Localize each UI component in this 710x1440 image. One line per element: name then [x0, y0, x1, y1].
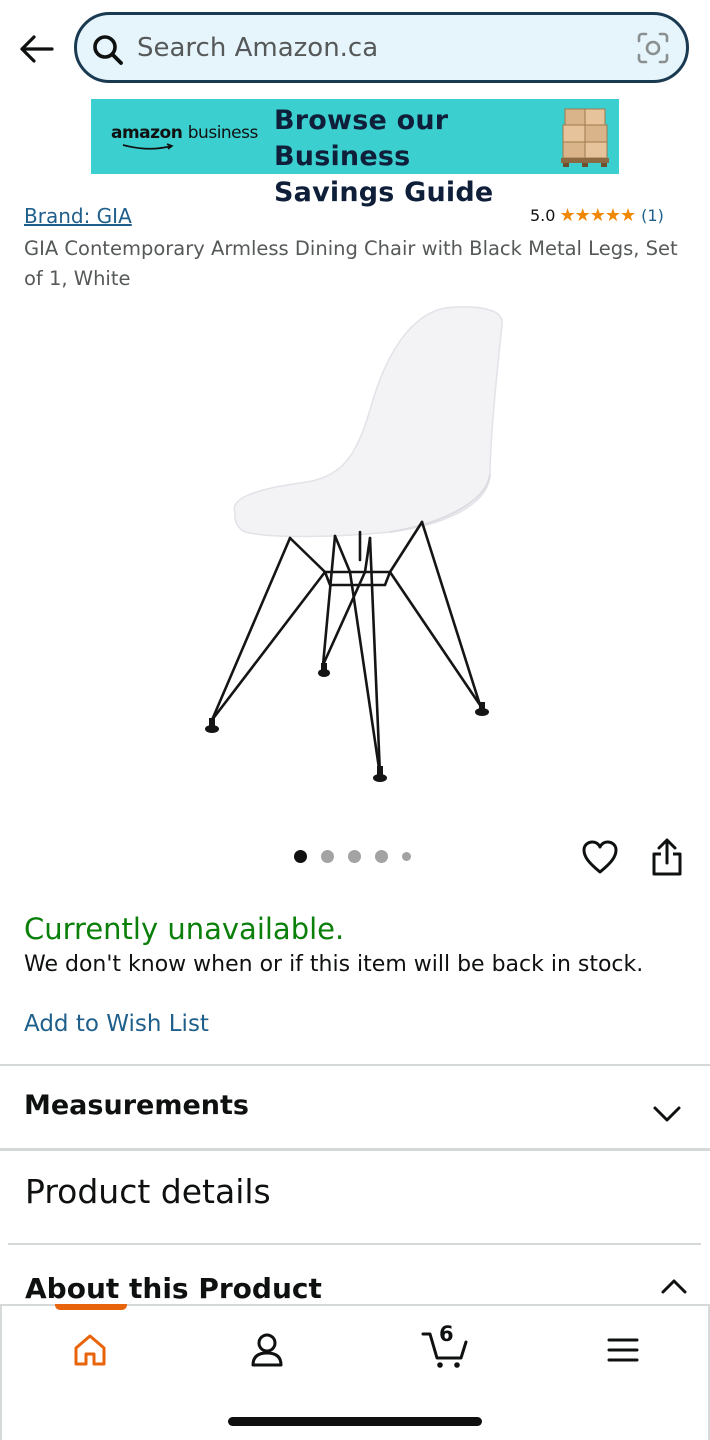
boxes-pallet-icon [561, 108, 609, 167]
section-divider [0, 1148, 710, 1151]
carousel-dot-1[interactable] [294, 850, 307, 863]
chevron-down-icon [653, 1106, 681, 1122]
amazon-smile-icon [122, 143, 174, 150]
section-divider [8, 1243, 701, 1245]
active-tab-indicator [55, 1304, 127, 1310]
rating-summary[interactable]: 5.0 ★★★★★ (1) [530, 205, 664, 226]
logo-word-amazon: amazon [111, 123, 183, 143]
back-arrow-icon [20, 35, 54, 63]
rating-count-link[interactable]: (1) [641, 206, 664, 225]
header [0, 0, 710, 96]
availability-detail: We don't know when or if this item will … [24, 952, 644, 977]
nav-menu[interactable] [593, 1326, 653, 1374]
section-divider [0, 1064, 710, 1066]
heart-icon[interactable] [581, 839, 619, 875]
about-product-label: About this Product [25, 1272, 322, 1305]
share-icon[interactable] [650, 837, 684, 877]
about-section-toggle[interactable]: About this Product [0, 1250, 710, 1310]
menu-icon [607, 1338, 639, 1362]
carousel-dot-4[interactable] [375, 850, 388, 863]
chevron-up-icon [661, 1279, 687, 1294]
carousel-dot-5[interactable] [402, 852, 411, 861]
carousel-dot-3[interactable] [348, 850, 361, 863]
search-input[interactable] [137, 27, 617, 69]
banner-headline: Browse our Business Savings Guide [274, 103, 564, 211]
chair-image[interactable] [190, 300, 510, 790]
carousel-dot-2[interactable] [321, 850, 334, 863]
banner-headline-line1: Browse our Business [274, 105, 449, 172]
search-bar[interactable] [74, 12, 689, 83]
home-icon [74, 1334, 106, 1366]
measurements-label: Measurements [24, 1090, 249, 1121]
banner-headline-line2: Savings Guide [274, 177, 494, 208]
business-banner[interactable]: amazon business Browse our Business Savi… [91, 99, 619, 208]
star-rating-icon: ★★★★★ [559, 205, 636, 226]
rating-score: 5.0 [530, 206, 556, 225]
availability-status: Currently unavailable. [24, 912, 345, 946]
add-to-wish-list-link[interactable]: Add to Wish List [24, 1011, 209, 1037]
nav-home[interactable] [60, 1326, 120, 1374]
product-details-heading: Product details [25, 1172, 271, 1211]
measurements-section-toggle[interactable]: Measurements [0, 1068, 710, 1148]
brand-link[interactable]: Brand: GIA [24, 204, 132, 228]
cart-count-badge: 6 [439, 1322, 454, 1346]
logo-word-business: business [187, 123, 259, 143]
back-button[interactable] [14, 26, 58, 72]
amazon-business-logo: amazon business [111, 123, 258, 143]
nav-account[interactable] [237, 1326, 297, 1374]
product-title: GIA Contemporary Armless Dining Chair wi… [24, 237, 678, 290]
search-icon [93, 35, 123, 65]
camera-scan-icon[interactable] [636, 31, 670, 65]
account-icon [251, 1333, 283, 1367]
home-indicator-bar [228, 1417, 482, 1426]
image-carousel-indicator[interactable] [294, 850, 411, 863]
